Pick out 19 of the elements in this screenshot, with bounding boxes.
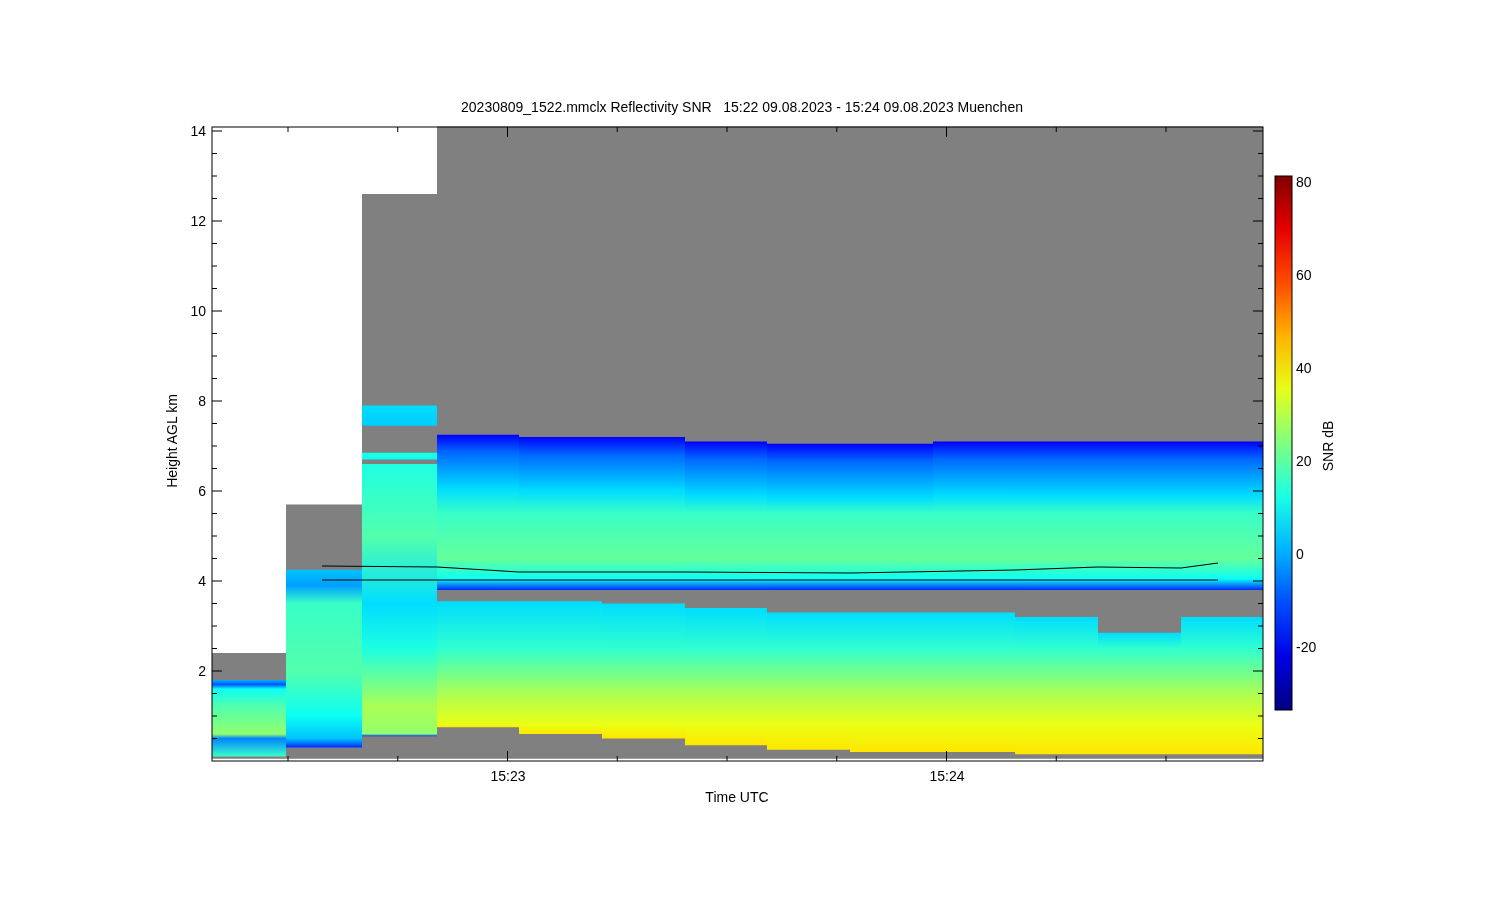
axis-label: Height AGL km [164, 394, 180, 488]
tick-label: 14 [190, 123, 206, 139]
tick-label: -20 [1296, 639, 1317, 655]
tick-label: 2 [198, 663, 206, 679]
tick-label: 15:24 [929, 768, 965, 784]
tick-label: 12 [190, 213, 206, 229]
axis-label: SNR dB [1320, 420, 1336, 472]
tick-label: 60 [1296, 267, 1312, 283]
tick-label: 40 [1296, 360, 1312, 376]
tick-label: 8 [198, 393, 206, 409]
axis-label: Time UTC [705, 789, 769, 805]
tick-label: 15:23 [490, 768, 526, 784]
tick-label: 80 [1296, 174, 1312, 190]
chart-title: 20230809_1522.mmclx Reflectivity SNR 15:22 09.08.2023 - 15:24 09.08.2023 Muenchen [461, 99, 1023, 115]
tick-label: 0 [1296, 546, 1304, 562]
tick-label: 4 [198, 573, 206, 589]
tick-label: 20 [1296, 453, 1312, 469]
tick-label: 6 [198, 483, 206, 499]
tick-label: 10 [190, 303, 206, 319]
